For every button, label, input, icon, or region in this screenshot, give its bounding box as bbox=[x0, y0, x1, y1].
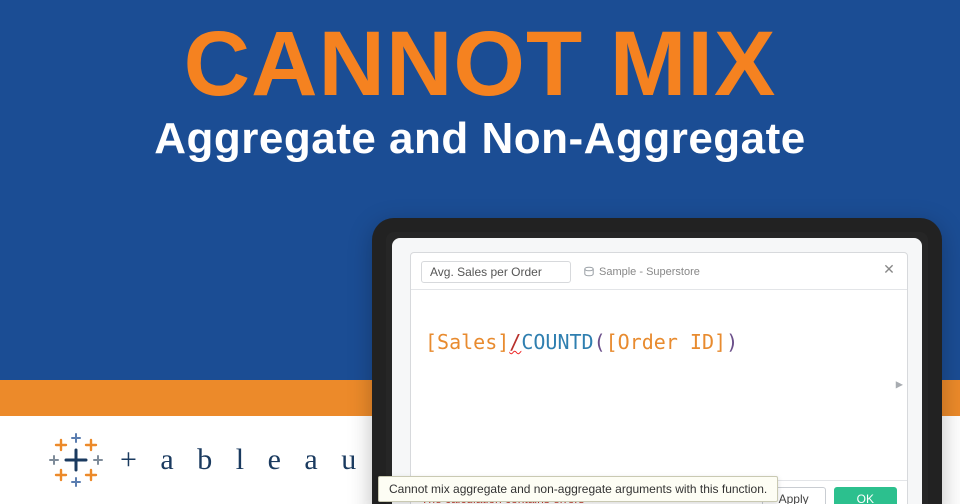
stage: CANNOT MIX Aggregate and Non-Aggregate A… bbox=[0, 0, 960, 504]
datasource-chip[interactable]: Sample - Superstore bbox=[581, 264, 702, 280]
formula-paren-close: ) bbox=[726, 330, 738, 354]
laptop-screen: Avg. Sales per Order Sample - Superstore… bbox=[392, 238, 922, 504]
expand-caret-icon[interactable]: ▶ bbox=[896, 377, 903, 391]
formula-function-countd: COUNTD bbox=[521, 330, 593, 354]
close-icon[interactable]: ✕ bbox=[881, 261, 897, 277]
formula-field-orderid: [Order ID] bbox=[606, 330, 726, 354]
datasource-name: Sample - Superstore bbox=[599, 266, 700, 278]
datasource-icon bbox=[583, 266, 595, 278]
tableau-logo: + a b l e a u bbox=[48, 432, 364, 488]
tableau-wordmark: + a b l e a u bbox=[120, 443, 364, 477]
formula-paren-open: ( bbox=[594, 330, 606, 354]
headline-subtitle: Aggregate and Non-Aggregate bbox=[0, 114, 960, 164]
calculation-editor-dialog: Avg. Sales per Order Sample - Superstore… bbox=[410, 252, 908, 504]
ok-button[interactable]: OK bbox=[834, 487, 897, 504]
formula-operator-divide: / bbox=[509, 330, 521, 354]
laptop-frame: Avg. Sales per Order Sample - Superstore… bbox=[372, 218, 942, 504]
headline-block: CANNOT MIX Aggregate and Non-Aggregate bbox=[0, 18, 960, 164]
tableau-mark-icon bbox=[48, 432, 104, 488]
formula-editor[interactable]: [Sales]/COUNTD([Order ID]) ▶ bbox=[411, 290, 907, 480]
dialog-header: Avg. Sales per Order Sample - Superstore… bbox=[411, 253, 907, 290]
formula-field-sales: [Sales] bbox=[425, 330, 509, 354]
headline-title: CANNOT MIX bbox=[0, 18, 960, 110]
calculation-name-input[interactable]: Avg. Sales per Order bbox=[421, 261, 571, 283]
error-tooltip: Cannot mix aggregate and non-aggregate a… bbox=[378, 476, 778, 502]
